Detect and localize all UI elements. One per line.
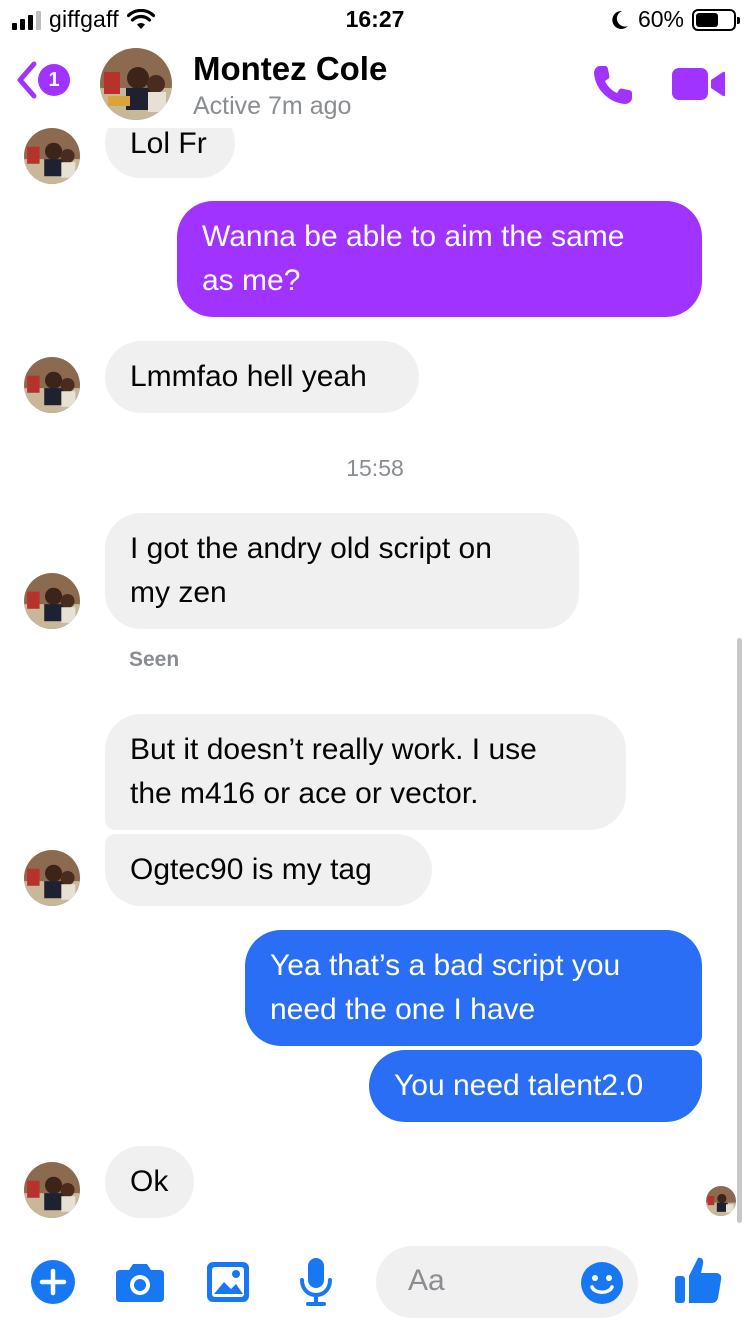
message-text: You need talent2.0 [394, 1069, 644, 1102]
plus-icon [31, 1260, 75, 1304]
message-incoming[interactable]: I got the andry old script on my zen [105, 513, 579, 629]
status-bar: giffgaff 16:27 60% [0, 0, 750, 40]
unread-badge: 1 [38, 64, 70, 96]
contact-name[interactable]: Montez Cole [193, 50, 387, 88]
message-text: Ok [130, 1165, 169, 1198]
emoji-button[interactable] [580, 1261, 624, 1310]
message-text: Lol Fr [130, 128, 207, 160]
thumbs-up-icon [675, 1257, 722, 1303]
battery-icon [692, 8, 740, 31]
sender-avatar[interactable] [24, 573, 80, 629]
message-text: Lmmfao hell yeah [130, 360, 367, 393]
message-text-line: Yea that’s a bad script you [270, 949, 621, 982]
composer-bar: Aa [0, 1230, 750, 1334]
like-button[interactable] [672, 1254, 724, 1311]
message-input-placeholder: Aa [408, 1264, 445, 1297]
message-incoming[interactable]: Ogtec90 is my tag [105, 834, 432, 906]
call-button[interactable] [590, 62, 636, 108]
message-outgoing[interactable]: Yea that’s a bad script you need the one… [245, 930, 702, 1046]
moon-icon [612, 10, 628, 29]
voice-button[interactable] [298, 1256, 334, 1313]
seen-indicator: Seen [129, 648, 180, 671]
message-text: Ogtec90 is my tag [130, 853, 372, 886]
message-text-line: need the one I have [270, 993, 536, 1026]
contact-avatar[interactable] [100, 48, 172, 120]
sender-avatar[interactable] [24, 1162, 80, 1218]
message-text-line: But it doesn’t really work. I use [130, 733, 537, 766]
back-button[interactable]: 1 [14, 60, 70, 100]
message-list[interactable]: Lol Fr Wanna be able to aim the same as … [0, 128, 750, 1228]
battery-percent: 60% [637, 6, 684, 32]
message-text-line: I got the andry old script on [130, 532, 492, 565]
battery-level [696, 12, 718, 27]
sender-avatar[interactable] [24, 128, 80, 184]
contact-status: Active 7m ago [193, 92, 352, 120]
more-actions-button[interactable] [30, 1259, 76, 1310]
message-input[interactable]: Aa [376, 1246, 638, 1318]
status-right: 60% [610, 6, 740, 33]
message-text-line: as me? [202, 264, 301, 297]
message-text-line: my zen [130, 576, 227, 609]
message-outgoing[interactable]: Wanna be able to aim the same as me? [177, 201, 702, 317]
message-incoming[interactable]: Lmmfao hell yeah [105, 341, 419, 413]
microphone-icon [300, 1258, 332, 1306]
sender-avatar[interactable] [24, 850, 80, 906]
message-incoming[interactable]: But it doesn’t really work. I use the m4… [105, 714, 626, 830]
chevron-left-icon [17, 61, 37, 99]
message-incoming[interactable]: Lol Fr [105, 128, 235, 178]
chat-header: 1 Montez Cole Active 7m ago [0, 40, 750, 128]
message-text-line: the m416 or ace or vector. [130, 777, 479, 810]
camera-button[interactable] [114, 1260, 166, 1309]
message-timestamp: 15:58 [346, 455, 404, 481]
camera-icon [116, 1264, 164, 1302]
message-outgoing[interactable]: You need talent2.0 [369, 1050, 702, 1122]
scrollbar[interactable] [737, 638, 742, 1223]
sender-avatar[interactable] [24, 357, 80, 413]
video-call-button[interactable] [670, 64, 726, 104]
read-receipt-avatar [706, 1186, 736, 1216]
phone-icon [594, 66, 632, 104]
image-icon [207, 1262, 249, 1302]
video-camera-icon [672, 68, 725, 100]
message-incoming[interactable]: Ok [105, 1146, 194, 1218]
gallery-button[interactable] [205, 1260, 251, 1309]
smiley-icon [581, 1262, 623, 1304]
message-text-line: Wanna be able to aim the same [202, 220, 625, 253]
